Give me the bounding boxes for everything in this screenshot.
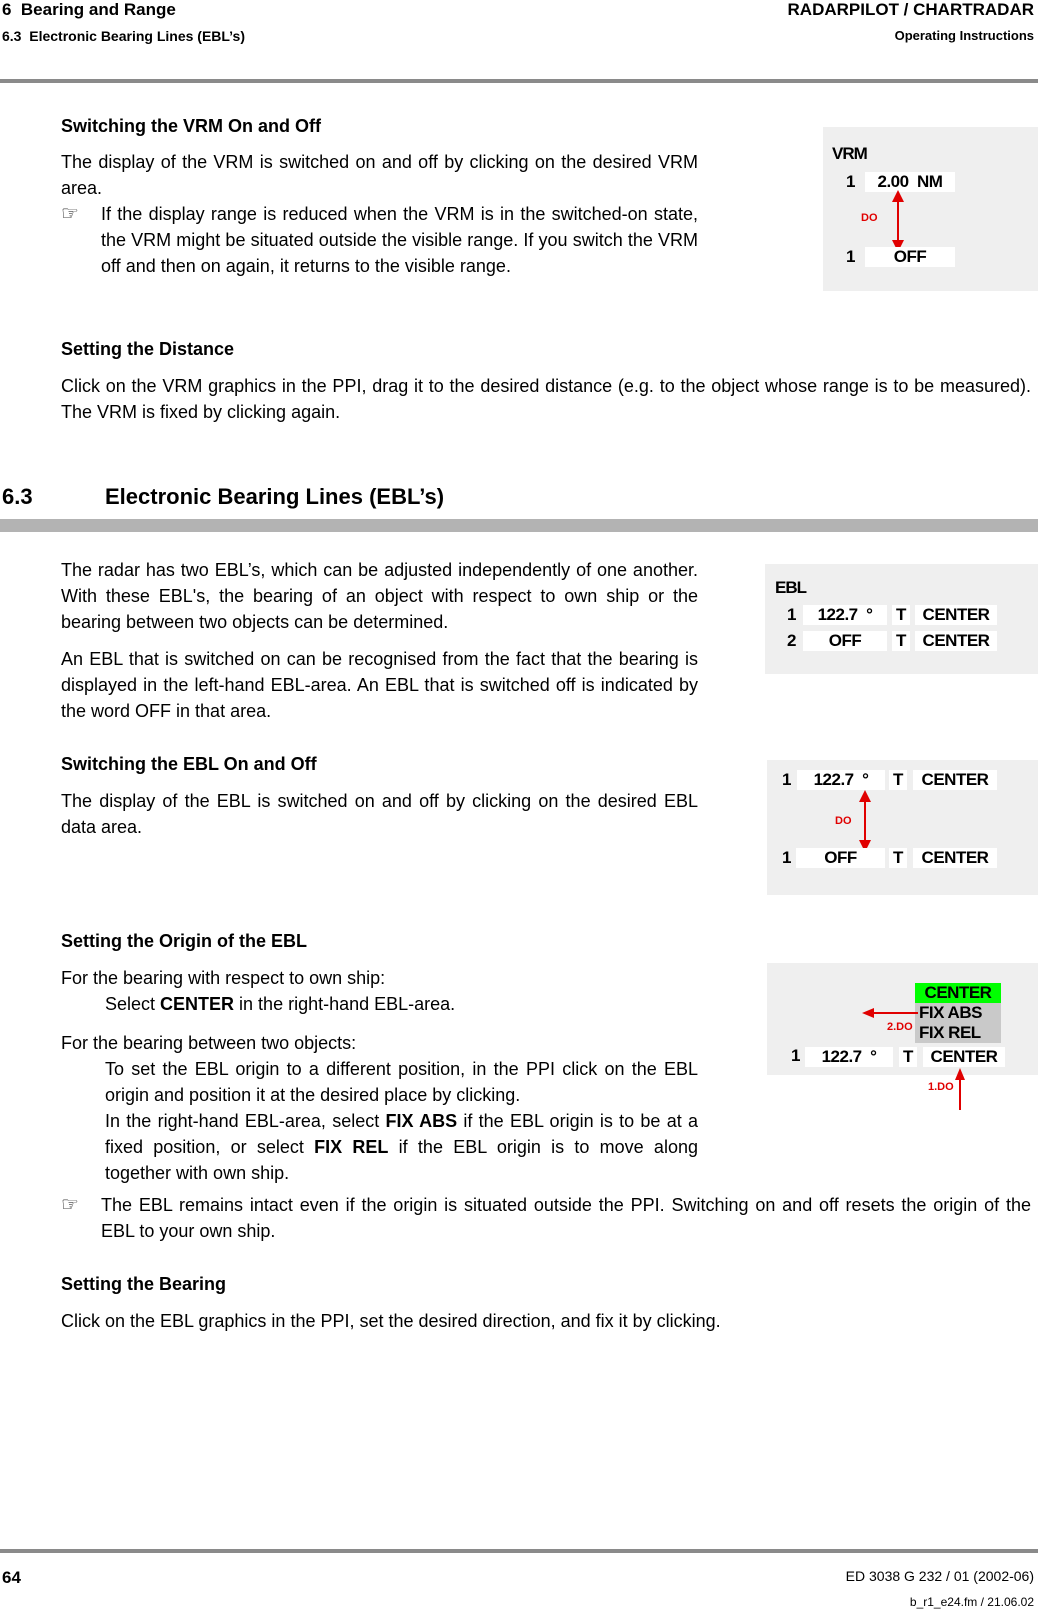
ebl-index: 2 <box>787 631 797 650</box>
page-number: 64 <box>2 1568 21 1587</box>
doc-id: ED 3038 G 232 / 01 (2002-06) <box>845 1568 1034 1584</box>
vrm-title: VRM <box>832 144 868 163</box>
ebl-intro-p2: An EBL that is switched on can be recogn… <box>61 649 698 721</box>
ebl-origin[interactable]: CENTER <box>915 631 997 651</box>
ebl-ref[interactable]: T <box>892 631 910 651</box>
text: in the right-hand EBL-area. <box>234 994 456 1014</box>
fix-instruction: In the right-hand EBL-area, select FIX A… <box>105 1108 698 1186</box>
two-objects-label: For the bearing between two objects: <box>61 1033 357 1053</box>
heading-ebl-switch: Switching the EBL On and Off <box>61 754 317 774</box>
product-name: RADARPILOT / CHARTRADAR <box>787 0 1034 19</box>
arrow-left-icon <box>862 1008 918 1018</box>
vrm-value-on[interactable]: 2.00 NM <box>865 172 955 192</box>
arrow-up-icon <box>955 1068 965 1110</box>
menu-item-center[interactable]: CENTER <box>915 983 1001 1003</box>
center-term: CENTER <box>160 994 235 1014</box>
ebl-bearing-on[interactable]: 122.7 ° <box>797 770 885 790</box>
vrm-switch-text: The display of the VRM is switched on an… <box>61 152 698 198</box>
vrm-panel: VRM 1 2.00 NM DO 1 OFF <box>823 127 1038 291</box>
ebl-ref[interactable]: T <box>889 770 907 790</box>
step1-label: 1.DO <box>928 1081 954 1093</box>
setting-distance-text: Click on the VRM graphics in the PPI, dr… <box>61 376 1031 422</box>
ebl-origin-center[interactable]: CENTER <box>923 1047 1005 1067</box>
heading-ebl-origin: Setting the Origin of the EBL <box>61 931 307 951</box>
note-hand-icon: ☞ <box>61 203 79 225</box>
ebl-index: 1 <box>791 1046 801 1065</box>
fix-abs-term: FIX ABS <box>385 1111 458 1131</box>
double-arrow-icon <box>892 190 904 252</box>
double-arrow-icon <box>859 790 871 852</box>
ebl-switch-text: The display of the EBL is switched on an… <box>61 791 698 837</box>
menu-item-fix-abs[interactable]: FIX ABS <box>915 1003 1001 1023</box>
fix-rel-term: FIX REL <box>314 1137 389 1157</box>
section-number: 6.3 <box>2 484 33 509</box>
heading-vrm-switch: Switching the VRM On and Off <box>61 116 321 136</box>
heading-setting-bearing: Setting the Bearing <box>61 1274 227 1294</box>
header-rule <box>0 79 1038 83</box>
doc-type: Operating Instructions <box>894 28 1034 43</box>
ebl-bearing[interactable]: 122.7 ° <box>803 605 887 625</box>
ebl-panel: EBL 1 122.7 ° T CENTER 2 OFF T CENTER <box>765 564 1038 674</box>
text: Select <box>105 994 161 1014</box>
ebl-ref[interactable]: T <box>892 605 910 625</box>
ebl-ref[interactable]: T <box>899 1047 917 1067</box>
ebl-origin[interactable]: CENTER <box>913 848 997 868</box>
ebl-bearing[interactable]: 122.7 ° <box>805 1047 893 1067</box>
ebl-title: EBL <box>775 578 807 597</box>
section-bar <box>0 519 1038 532</box>
vrm-note: If the display range is reduced when the… <box>101 204 698 276</box>
vrm-index: 1 <box>846 172 856 191</box>
ebl-index: 1 <box>782 848 792 867</box>
ebl-origin[interactable]: CENTER <box>913 770 997 790</box>
section-header: 6.3 Electronic Bearing Lines (EBL’s) <box>2 28 245 44</box>
own-ship-label: For the bearing with respect to own ship… <box>61 968 386 988</box>
own-ship-instruction: Select CENTER in the right-hand EBL-area… <box>105 991 455 1017</box>
setting-bearing-text: Click on the EBL graphics in the PPI, se… <box>61 1311 721 1331</box>
footer-rule <box>0 1549 1038 1553</box>
heading-setting-distance: Setting the Distance <box>61 339 235 359</box>
ebl-origin[interactable]: CENTER <box>915 605 997 625</box>
chapter-title: 6 Bearing and Range <box>2 0 176 19</box>
ebl-index: 1 <box>787 605 797 624</box>
do-label: DO <box>835 815 852 827</box>
do-label: DO <box>861 212 878 224</box>
ebl-ref[interactable]: T <box>889 848 907 868</box>
ebl-index: 1 <box>782 770 792 789</box>
note-hand-icon: ☞ <box>61 1194 79 1216</box>
vrm-index: 1 <box>846 247 856 266</box>
origin-panel: CENTER FIX ABS FIX REL 2.DO 1 122.7 ° T … <box>767 963 1038 1075</box>
section-title: Electronic Bearing Lines (EBL’s) <box>105 484 445 509</box>
file-id: b_r1_e24.fm / 21.06.02 <box>909 1595 1034 1609</box>
vrm-value-off[interactable]: OFF <box>865 247 955 267</box>
text: In the right-hand EBL-area, select <box>105 1111 386 1131</box>
menu-item-fix-rel[interactable]: FIX REL <box>915 1023 1001 1043</box>
ebl-intro-p1: The radar has two EBL’s, which can be ad… <box>61 560 698 632</box>
step2-label: 2.DO <box>887 1021 913 1033</box>
ebl-bearing-off[interactable]: OFF <box>796 848 885 868</box>
two-objects-text: To set the EBL origin to a different pos… <box>105 1059 698 1105</box>
ebl-bearing[interactable]: OFF <box>803 631 887 651</box>
origin-note: The EBL remains intact even if the origi… <box>101 1195 1031 1241</box>
ebl-switch-panel: 1 122.7 ° T CENTER DO 1 OFF T CENTER <box>767 760 1038 895</box>
